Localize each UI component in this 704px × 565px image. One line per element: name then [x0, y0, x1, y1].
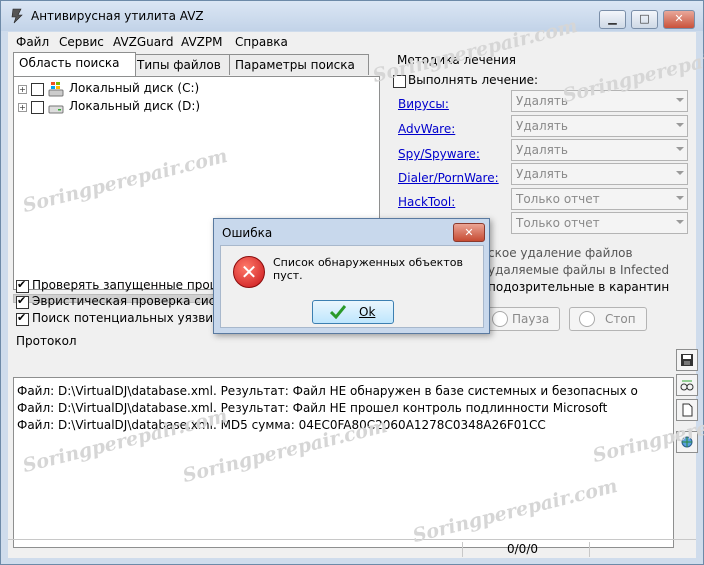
protocol-label: Протокол — [16, 334, 77, 348]
check-heuristic-box[interactable] — [16, 294, 29, 309]
viruses-action-value: Удалять — [516, 94, 568, 108]
treatment-extra-1: ское удаление файлов — [488, 246, 633, 260]
clear-log-button[interactable] — [676, 399, 698, 421]
suspicious-action-select[interactable]: Только отчет — [511, 212, 688, 234]
globe-arrows-icon — [681, 436, 693, 448]
treatment-extra-3: подозрительные в карантин — [488, 280, 670, 294]
dialer-action-value: Удалять — [516, 167, 568, 181]
chevron-down-icon — [676, 98, 684, 102]
tree-item-drive-d[interactable]: + Локальный диск (D:) — [18, 99, 238, 115]
drive-d-checkbox[interactable] — [31, 101, 44, 114]
check-vulnerabilities-box[interactable] — [16, 311, 29, 326]
error-icon: ✕ — [233, 256, 265, 288]
ok-label: Ok — [359, 305, 376, 319]
pause-button[interactable]: Пауза — [482, 307, 560, 331]
app-icon — [11, 8, 23, 24]
link-hacktool[interactable]: HackTool: — [398, 195, 455, 209]
new-document-icon — [682, 403, 693, 417]
chevron-down-icon — [676, 196, 684, 200]
log-line-1: Файл: D:\VirtualDJ\database.xml. Результ… — [17, 384, 638, 398]
drive-c-checkbox[interactable] — [31, 83, 44, 96]
spyware-action-select[interactable]: Удалять — [511, 139, 688, 161]
window-title: Антивирусная утилита AVZ — [31, 9, 204, 23]
log-line-2: Файл: D:\VirtualDJ\database.xml. Результ… — [17, 401, 608, 415]
tree-item-drive-c[interactable]: + Локальный диск (C:) — [18, 81, 238, 97]
tab-search-params[interactable]: Параметры поиска — [229, 54, 369, 75]
ok-button[interactable]: Ok — [312, 300, 394, 324]
treatment-extra-2: удаляемые файлы в Infected — [488, 263, 670, 277]
drive-icon — [48, 105, 64, 114]
dialog-message: Список обнаруженных объектов пуст. — [273, 256, 463, 282]
check-processes-box[interactable] — [16, 278, 29, 293]
perform-treatment-label: Выполнять лечение: — [408, 73, 539, 87]
glasses-icon — [680, 380, 694, 391]
log-area[interactable]: Файл: D:\VirtualDJ\database.xml. Результ… — [13, 377, 674, 548]
adware-action-select[interactable]: Удалять — [511, 115, 688, 137]
copy-log-button[interactable] — [676, 431, 698, 453]
windows-drive-icon — [48, 82, 64, 97]
maximize-button[interactable]: □ — [631, 10, 658, 29]
link-viruses[interactable]: Вирусы: — [398, 97, 449, 111]
link-adware[interactable]: AdvWare: — [398, 122, 455, 136]
chevron-down-icon — [676, 123, 684, 127]
error-dialog: Ошибка ✕ ✕ Список обнаруженных объектов … — [213, 218, 490, 334]
hacktool-action-select[interactable]: Только отчет — [511, 188, 688, 210]
dialog-body: ✕ Список обнаруженных объектов пуст. Ok — [220, 245, 484, 328]
checkmark-icon — [330, 305, 346, 319]
pause-label: Пауза — [512, 312, 550, 326]
stop-label: Стоп — [605, 312, 636, 326]
menu-avzpm[interactable]: AVZPM — [181, 35, 222, 49]
status-empty-cell — [589, 542, 690, 557]
menu-help[interactable]: Справка — [235, 35, 288, 49]
tab-file-types[interactable]: Типы файлов — [131, 54, 235, 75]
search-tabs: Область поиска Типы файлов Параметры пои… — [13, 52, 383, 76]
hacktool-action-value: Только отчет — [516, 192, 600, 206]
title-bar[interactable]: Антивирусная утилита AVZ ▁ □ ✕ — [1, 1, 703, 31]
log-line-3: Файл: D:\VirtualDJ\database.xml. MD5 сум… — [17, 418, 546, 432]
suspicious-action-value: Только отчет — [516, 216, 600, 230]
stop-icon — [579, 311, 595, 327]
log-analyze-button[interactable] — [676, 374, 698, 396]
menu-bar: Файл Сервис AVZGuard AVZPM Справка — [8, 32, 696, 51]
drive-d-label: Локальный диск (D:) — [69, 99, 201, 113]
expand-icon[interactable]: + — [18, 85, 27, 94]
status-counter-cell: 0/0/0 — [462, 542, 589, 557]
treatment-title: Методика лечения — [397, 53, 516, 67]
menu-file[interactable]: Файл — [16, 35, 49, 49]
close-button[interactable]: ✕ — [663, 10, 695, 29]
save-log-button[interactable] — [676, 349, 698, 371]
chevron-down-icon — [676, 147, 684, 151]
dialog-title: Ошибка — [222, 226, 273, 240]
spyware-action-value: Удалять — [516, 143, 568, 157]
tab-search-area[interactable]: Область поиска — [13, 52, 136, 76]
drive-c-label: Локальный диск (C:) — [69, 81, 200, 95]
dialog-close-button[interactable]: ✕ — [453, 223, 485, 242]
status-bar: 0/0/0 — [8, 539, 696, 559]
stop-button[interactable]: Стоп — [569, 307, 647, 331]
expand-icon[interactable]: + — [18, 103, 27, 112]
status-counter: 0/0/0 — [507, 542, 538, 556]
perform-treatment-checkbox[interactable] — [393, 75, 406, 88]
link-dialer[interactable]: Dialer/PornWare: — [398, 171, 499, 185]
chevron-down-icon — [676, 171, 684, 175]
chevron-down-icon — [676, 220, 684, 224]
pause-icon — [492, 311, 508, 327]
adware-action-value: Удалять — [516, 119, 568, 133]
link-spyware[interactable]: Spy/Spyware: — [398, 147, 480, 161]
menu-service[interactable]: Сервис — [59, 35, 104, 49]
save-icon — [681, 354, 693, 366]
menu-avzguard[interactable]: AVZGuard — [113, 35, 173, 49]
minimize-button[interactable]: ▁ — [599, 10, 626, 29]
dialer-action-select[interactable]: Удалять — [511, 163, 688, 185]
viruses-action-select[interactable]: Удалять — [511, 90, 688, 112]
